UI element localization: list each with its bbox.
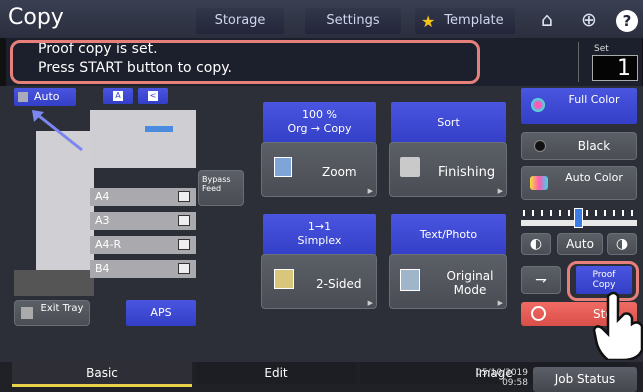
finishing-button[interactable]: Finishing ▶ <box>389 142 507 197</box>
home-star-icon[interactable]: ⌂ <box>533 7 561 33</box>
black-dots-icon <box>534 140 546 152</box>
tray-label: A4-R <box>95 238 122 251</box>
tab-basic[interactable]: Basic <box>12 362 192 384</box>
set-label: Set <box>594 44 609 54</box>
expand-icon: ▶ <box>367 299 373 307</box>
tab-edit[interactable]: Edit <box>196 362 356 384</box>
expand-icon: ▶ <box>497 299 503 307</box>
density-auto-button[interactable]: Auto <box>557 233 603 255</box>
text-photo-button[interactable]: Text/Photo <box>391 214 506 256</box>
density-slider[interactable] <box>521 208 637 230</box>
ratio-button[interactable]: 100 % Org → Copy <box>263 102 376 144</box>
two-sided-button[interactable]: 2-Sided ▶ <box>261 254 377 309</box>
original-mode-label: Original Mode <box>446 269 494 297</box>
duplex-value: 1→1 <box>307 220 332 233</box>
ratio-value: 100 % <box>302 108 337 121</box>
expand-icon: ▶ <box>497 187 503 195</box>
tab-settings[interactable]: Settings <box>305 8 401 34</box>
panel-indicator <box>145 126 173 132</box>
two-sided-icon <box>274 269 294 289</box>
black-button[interactable]: Black <box>521 132 637 160</box>
interrupt-icon: ⇁ <box>535 272 547 288</box>
orientation-rotate-button[interactable]: < <box>138 88 168 104</box>
tray-label: A3 <box>95 214 110 227</box>
original-icon <box>18 92 28 102</box>
original-mode-button[interactable]: Original Mode ▶ <box>389 254 507 309</box>
tray-icon <box>178 191 190 202</box>
exit-tray-button[interactable]: Exit Tray <box>14 300 90 326</box>
auto-color-icon <box>530 176 548 190</box>
portrait-icon: A <box>113 91 123 101</box>
ratio-label: Org → Copy <box>287 122 352 135</box>
finishing-label: Finishing <box>438 165 496 180</box>
star-icon: ★ <box>421 12 436 31</box>
machine-base <box>14 270 94 296</box>
help-icon[interactable]: ? <box>613 7 641 33</box>
tray-icon <box>178 263 190 274</box>
original-mode-icon <box>400 269 420 291</box>
divider <box>578 42 579 82</box>
black-label: Black <box>577 139 611 153</box>
zoom-button[interactable]: Zoom ▶ <box>261 142 377 197</box>
exit-tray-icon <box>21 307 33 319</box>
tab-basic-underline <box>12 384 192 387</box>
tray-a3[interactable]: A3 <box>90 212 196 230</box>
tray-a4[interactable]: A4 <box>90 188 196 206</box>
auto-color-button[interactable]: Auto Color <box>521 166 637 200</box>
bypass-label: Bypass Feed <box>202 175 231 193</box>
date-text: 05/10/2019 <box>476 368 528 378</box>
proof-copy-label: Proof Copy <box>592 270 616 290</box>
tray-icon <box>178 239 190 250</box>
orientation-a-button[interactable]: A <box>103 88 133 104</box>
page-title: Copy <box>8 5 64 30</box>
color-dots-icon <box>531 98 545 112</box>
two-sided-label: 2-Sided <box>316 277 362 291</box>
zoom-icon <box>274 157 292 177</box>
original-auto-label: Auto <box>34 90 60 103</box>
stop-icon <box>531 306 546 321</box>
auto-color-label: Auto Color <box>565 171 623 184</box>
full-color-label: Full Color <box>568 93 620 106</box>
tray-label: B4 <box>95 262 110 275</box>
slider-thumb[interactable] <box>574 208 583 228</box>
landscape-icon: < <box>148 91 158 101</box>
darker-button[interactable]: ◑ <box>607 233 637 255</box>
tray-a4r[interactable]: A4-R <box>90 236 196 254</box>
aps-button[interactable]: APS <box>126 300 196 326</box>
finishing-icon <box>400 157 420 177</box>
message-highlight <box>10 40 480 84</box>
expand-icon: ▶ <box>367 187 373 195</box>
duplex-label: Simplex <box>297 234 342 247</box>
set-count[interactable]: 1 <box>592 55 638 81</box>
job-status-button[interactable]: Job Status <box>533 367 637 392</box>
tray-icon <box>178 215 190 226</box>
exit-tray-label: Exit Tray <box>40 303 84 314</box>
output-arrow-icon <box>32 110 83 152</box>
lighter-button[interactable]: ◐ <box>521 233 551 255</box>
tray-label: A4 <box>95 190 110 203</box>
pointer-hand-icon <box>592 291 643 360</box>
full-color-button[interactable]: Full Color <box>521 88 637 124</box>
half-circle-right-icon: ◑ <box>615 236 629 252</box>
copier-illustration <box>90 110 196 168</box>
zoom-label: Zoom <box>322 165 357 179</box>
interrupt-button[interactable]: ⇁ <box>521 266 561 294</box>
half-circle-left-icon: ◐ <box>529 236 543 252</box>
original-auto-button[interactable]: Auto <box>14 88 76 106</box>
bypass-feed-button[interactable]: Bypass Feed <box>198 170 244 206</box>
time-text: 09:58 <box>502 378 528 388</box>
tray-b4[interactable]: B4 <box>90 260 196 278</box>
duplex-mode-button[interactable]: 1→1 Simplex <box>263 214 376 256</box>
timestamp: 05/10/2019 09:58 <box>466 368 528 388</box>
tab-storage[interactable]: Storage <box>196 8 284 34</box>
globe-icon[interactable]: ⊕ <box>575 7 603 33</box>
sort-button[interactable]: Sort <box>391 102 506 144</box>
